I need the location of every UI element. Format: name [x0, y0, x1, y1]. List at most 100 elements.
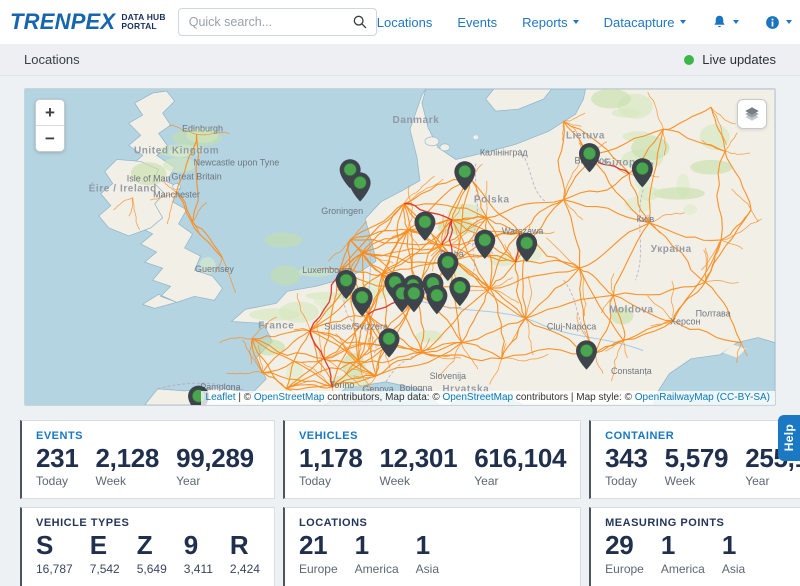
osm-link[interactable]: OpenStreetMap — [254, 392, 325, 403]
forest-area — [700, 124, 730, 150]
logo[interactable]: TRENPEX DATA HUB PORTAL — [10, 9, 166, 35]
nav-locations-label: Locations — [377, 15, 433, 30]
breadcrumb: Locations — [24, 52, 80, 67]
nav-reports[interactable]: Reports — [522, 15, 579, 30]
osm-link[interactable]: OpenStreetMap — [442, 392, 513, 403]
stat-label: 16,787 — [36, 562, 73, 576]
quick-search[interactable] — [178, 8, 377, 36]
stat-column: 21 Europe — [299, 532, 338, 575]
stat-value: 343 — [605, 445, 647, 472]
stat-label: Year — [745, 474, 800, 488]
main-nav: Locations Events Reports Datacapture — [377, 14, 800, 31]
stat-value: 1 — [722, 532, 745, 559]
map-label: Moldova — [609, 304, 654, 315]
measuring-points-card: MEASURING POINTS 29 Europe 1 America 1 A… — [589, 507, 800, 586]
stat-value: 616,104 — [474, 445, 566, 472]
notifications-menu[interactable] — [711, 14, 739, 31]
map-label: Slovenija — [430, 371, 466, 381]
stat-value: 1 — [355, 532, 399, 559]
live-updates: Live updates — [684, 52, 776, 67]
marker-dot-icon — [580, 344, 592, 356]
map-label: Great Britain — [171, 172, 221, 182]
live-status-dot-icon — [684, 55, 694, 65]
stat-column: 1 America — [661, 532, 705, 575]
stat-column: 12,301 Week — [380, 445, 458, 488]
search-icon[interactable] — [352, 14, 368, 30]
openrailwaymap-link[interactable]: OpenRailwayMap (CC-BY-SA) — [635, 392, 770, 403]
layers-icon — [743, 105, 761, 123]
stat-label: Today — [605, 474, 647, 488]
stat-column: 1,178 Today — [299, 445, 363, 488]
stat-label: 7,542 — [90, 562, 120, 576]
forest-area — [270, 265, 300, 285]
stat-label: Year — [474, 474, 566, 488]
map-label: Калінінград — [480, 147, 529, 157]
stat-column: 29 Europe — [605, 532, 644, 575]
stat-label: Week — [380, 474, 458, 488]
vehicle-types-card: VEHICLE TYPES S 16,787 E 7,542 Z 5,649 9… — [20, 507, 275, 586]
leaflet-link[interactable]: Leaflet — [206, 392, 236, 403]
map-label: Suisse/Svizzera — [324, 321, 388, 331]
map-label: Torino — [330, 380, 354, 390]
map-label: Polska — [474, 195, 510, 206]
vehicle-types-card-title: VEHICLE TYPES — [36, 517, 260, 529]
nav-reports-label: Reports — [522, 15, 568, 30]
marker-dot-icon — [408, 287, 420, 299]
stat-value: 1 — [661, 532, 705, 559]
marker-dot-icon — [520, 237, 532, 249]
vehicles-card-title: VEHICLES — [299, 430, 566, 442]
bell-icon — [711, 14, 728, 31]
stat-label: Asia — [416, 562, 439, 576]
stat-value: Z — [137, 532, 167, 559]
marker-dot-icon — [459, 165, 471, 177]
marker-dot-icon — [431, 289, 443, 301]
forest-area — [264, 233, 302, 248]
zoom-out-button[interactable]: − — [36, 125, 64, 151]
map-label: Newcastle upon Tyne — [194, 157, 280, 167]
attribution-text: | © — [236, 392, 254, 403]
help-tab-label: Help — [782, 424, 796, 451]
bornholm-island — [473, 135, 478, 139]
stat-label: Europe — [605, 562, 644, 576]
map-layers-button[interactable] — [737, 99, 767, 129]
nav-datacapture-label: Datacapture — [604, 15, 675, 30]
chevron-down-icon — [733, 20, 739, 24]
map-attribution: Leaflet | © OpenStreetMap contributors, … — [201, 391, 775, 405]
help-tab[interactable]: Help — [778, 415, 800, 461]
search-input[interactable] — [187, 14, 352, 30]
stat-column: 343 Today — [605, 445, 647, 488]
marker-dot-icon — [442, 256, 454, 268]
info-menu[interactable] — [764, 14, 792, 31]
stat-column: 616,104 Year — [474, 445, 566, 488]
app-header: TRENPEX DATA HUB PORTAL Locations Events… — [0, 0, 800, 44]
marker-dot-icon — [454, 281, 466, 293]
stat-label: 2,424 — [230, 562, 260, 576]
stat-column: 9 3,411 — [184, 532, 213, 575]
stat-value: E — [90, 532, 120, 559]
map-container[interactable]: DanmarkUnited KingdomNewcastle upon Tyne… — [24, 88, 776, 406]
danish-island — [425, 137, 439, 146]
stat-value: 29 — [605, 532, 644, 559]
stat-column: R 2,424 — [230, 532, 260, 575]
stat-column: S 16,787 — [36, 532, 73, 575]
stat-value: 5,579 — [665, 445, 729, 472]
stat-column: 5,579 Week — [665, 445, 729, 488]
nav-locations[interactable]: Locations — [377, 15, 433, 30]
stat-label: Asia — [722, 562, 745, 576]
map-label: Constanța — [611, 366, 652, 376]
live-updates-label: Live updates — [702, 52, 776, 67]
map-label: Cluj-Napoca — [547, 321, 596, 331]
map-label: Guernsey — [195, 264, 234, 274]
chevron-down-icon — [680, 20, 686, 24]
stat-value: 231 — [36, 445, 78, 472]
stats-grid: EVENTS 231 Today 2,128 Week 99,289 Year … — [20, 420, 780, 586]
zoom-in-button[interactable]: + — [36, 100, 64, 125]
europe-map[interactable]: DanmarkUnited KingdomNewcastle upon Tyne… — [25, 89, 775, 405]
nav-events[interactable]: Events — [457, 15, 497, 30]
marker-dot-icon — [383, 332, 395, 344]
nav-datacapture[interactable]: Datacapture — [604, 15, 686, 30]
stat-label: Week — [95, 474, 159, 488]
map-label: Manchester — [153, 190, 200, 200]
forest-area — [591, 89, 631, 109]
stat-value: 9 — [184, 532, 213, 559]
